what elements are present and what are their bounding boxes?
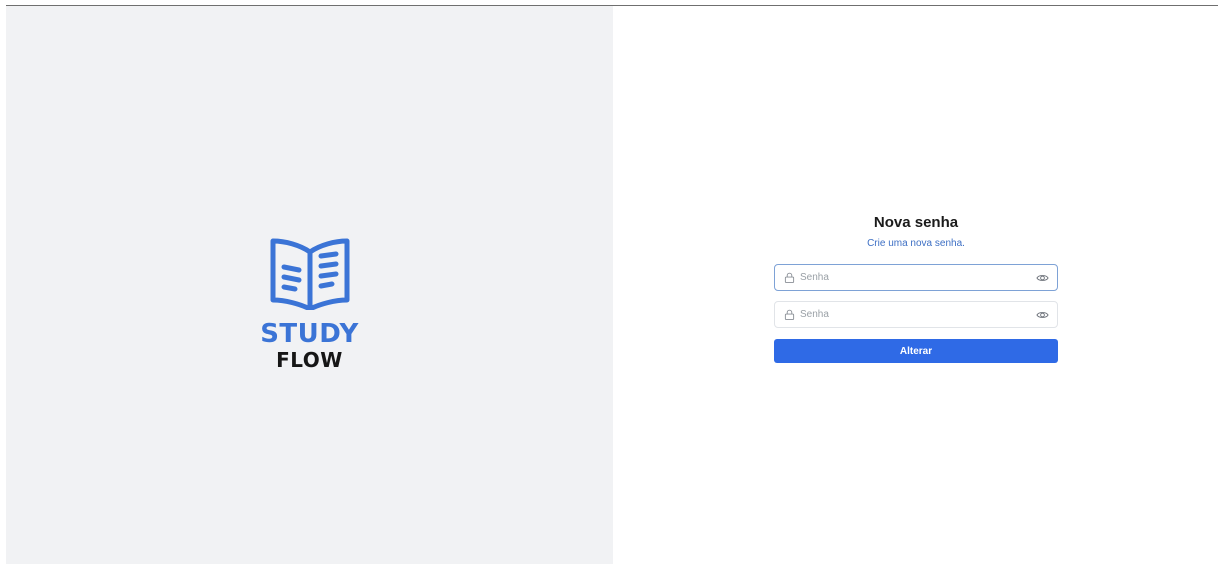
app-window: STUDY FLOW Nova senha Crie uma nova senh… <box>6 5 1218 564</box>
lock-icon <box>784 309 795 320</box>
study-flow-logo: STUDY FLOW <box>260 234 359 372</box>
new-password-input[interactable] <box>800 267 1036 288</box>
confirm-password-input[interactable] <box>800 304 1036 325</box>
new-password-field[interactable] <box>774 264 1058 291</box>
eye-icon[interactable] <box>1036 273 1049 283</box>
page-title: Nova senha <box>873 214 959 231</box>
open-book-icon <box>270 238 349 310</box>
change-password-button[interactable]: Alterar <box>774 339 1058 363</box>
page-subtitle: Crie uma nova senha. <box>867 238 965 249</box>
lock-icon <box>784 272 795 283</box>
confirm-password-field[interactable] <box>774 301 1058 328</box>
form-panel: Nova senha Crie uma nova senha. Alterar <box>613 6 1218 564</box>
new-password-form: Nova senha Crie uma nova senha. Alterar <box>774 213 1058 363</box>
logo-text-study: STUDY <box>260 319 359 349</box>
logo-text-flow: FLOW <box>276 348 343 372</box>
brand-panel: STUDY FLOW <box>6 6 613 564</box>
eye-icon[interactable] <box>1036 310 1049 320</box>
